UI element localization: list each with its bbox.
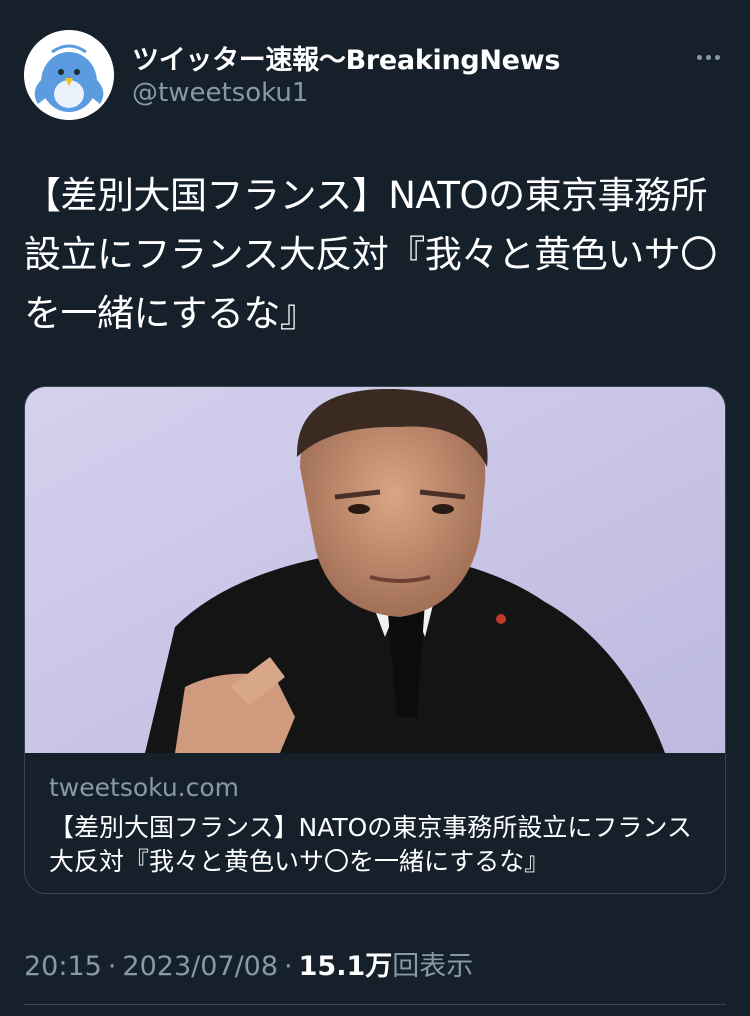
more-dot-icon [714,54,720,60]
meta-separator: · [107,951,117,982]
more-dot-icon [705,54,711,60]
card-image [25,387,725,753]
bird-avatar-icon [24,30,114,120]
author-handle[interactable]: @tweetsoku1 [132,78,308,108]
card-title[interactable]: 【差別大国フランス】NATOの東京事務所設立にフランス大反対『我々と黄色いサ〇を… [49,811,709,879]
views-count[interactable]: 15.1万 [299,951,393,982]
tweet-meta: 20:15 · 2023/07/08 · 15.1万回表示 [24,944,473,983]
tweet: ツイッター速報〜BreakingNews @tweetsoku1 【差別大国フラ… [0,0,750,1016]
card-domain[interactable]: tweetsoku.com [49,773,239,802]
author-display-name[interactable]: ツイッター速報〜BreakingNews [132,38,560,77]
divider [24,1004,726,1005]
more-options-button[interactable] [688,40,728,74]
meta-separator: · [284,951,293,982]
author-avatar[interactable] [24,30,114,120]
tweet-time[interactable]: 20:15 [24,951,102,982]
link-card[interactable]: tweetsoku.com 【差別大国フランス】NATOの東京事務所設立にフラン… [24,386,726,894]
views-label: 回表示 [392,951,474,982]
more-dot-icon [696,54,702,60]
tweet-date[interactable]: 2023/07/08 [122,951,278,982]
tweet-text: 【差別大国フランス】NATOの東京事務所設立にフランス大反対『我々と黄色いサ〇を… [24,174,717,335]
